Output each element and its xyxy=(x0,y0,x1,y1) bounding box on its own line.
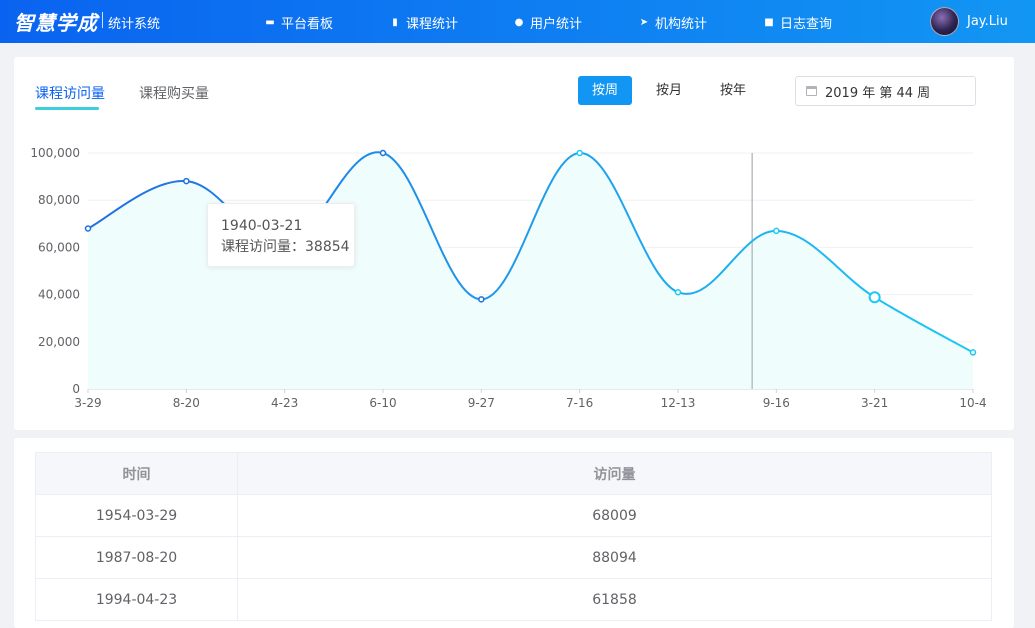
cell-time: 1987-08-20 xyxy=(35,536,238,579)
x-tick-label: 9-27 xyxy=(468,396,495,410)
logo-divider xyxy=(102,12,103,28)
nav-org-stats-label: 机构统计 xyxy=(655,17,708,32)
table-card: 时间 访问量 1954-03-29 68009 1987-08-20 88094… xyxy=(14,438,1014,628)
nav-course-stats[interactable]: ▮ 课程统计 xyxy=(389,13,458,32)
user-menu[interactable]: Jay.Liu xyxy=(930,7,1008,36)
x-tick-label: 6-10 xyxy=(369,396,396,410)
table-header-row: 时间 访问量 xyxy=(35,452,992,495)
nav-course-stats-label: 课程统计 xyxy=(406,17,459,32)
column-header-time[interactable]: 时间 xyxy=(35,452,238,495)
data-point[interactable] xyxy=(379,149,387,157)
nav-log-query[interactable]: ■ 日志查询 xyxy=(763,13,832,32)
clipboard-icon: ■ xyxy=(764,17,774,28)
data-point[interactable] xyxy=(969,349,977,356)
nav-dashboard[interactable]: ▬ 平台看板 xyxy=(264,13,333,32)
chart-card: 课程访问量 课程购买量 按周 按月 按年 2019 年 第 44 周 0 20,0… xyxy=(14,57,1014,430)
x-tick-label: 8-20 xyxy=(173,396,200,410)
y-tick-label: 60,000 xyxy=(38,240,80,254)
logo[interactable]: 智慧学成 xyxy=(14,7,98,36)
y-tick-label: 100,000 xyxy=(30,146,80,160)
top-navbar: 智慧学成 统计系统 ▬ 平台看板 ▮ 课程统计 ● 用户统计 ➤ 机构统计 ■ … xyxy=(0,0,1035,43)
user-icon: ● xyxy=(514,17,524,28)
data-point[interactable] xyxy=(84,225,92,232)
bar-chart-icon: ▮ xyxy=(392,17,398,28)
data-point[interactable] xyxy=(478,296,485,303)
table-row: 1987-08-20 88094 xyxy=(35,536,992,579)
cell-time: 1994-04-23 xyxy=(35,578,238,621)
tooltip-value: 课程访问量：38854 xyxy=(221,239,350,255)
y-tick-label: 0 xyxy=(72,382,80,396)
x-tick-label: 3-21 xyxy=(861,396,888,410)
chart-tooltip: 1940-03-21 课程访问量：38854 xyxy=(207,203,355,267)
nav-dashboard-label: 平台看板 xyxy=(281,17,334,32)
y-tick-label: 20,000 xyxy=(38,335,80,349)
visits-chart[interactable]: 0 20,000 40,000 60,000 80,000 100,000 3-29 8-20… xyxy=(14,57,1014,430)
column-header-visits[interactable]: 访问量 xyxy=(237,452,992,495)
x-tick-label: 3-29 xyxy=(74,396,101,410)
username: Jay.Liu xyxy=(967,14,1008,29)
x-tick-label: 10-4 xyxy=(959,396,986,410)
avatar[interactable] xyxy=(930,7,959,36)
nav-user-stats[interactable]: ● 用户统计 xyxy=(513,13,582,32)
cell-visits: 61858 xyxy=(237,578,992,621)
x-tick-label: 7-16 xyxy=(566,396,593,410)
visits-table: 时间 访问量 1954-03-29 68009 1987-08-20 88094… xyxy=(35,452,992,621)
data-point[interactable] xyxy=(868,291,881,304)
data-point[interactable] xyxy=(674,288,682,296)
nav-org-stats[interactable]: ➤ 机构统计 xyxy=(638,13,707,32)
x-tick-label: 9-16 xyxy=(763,396,790,410)
table-row: 1994-04-23 61858 xyxy=(35,578,992,621)
data-point[interactable] xyxy=(773,227,780,235)
system-title: 统计系统 xyxy=(108,17,161,32)
y-tick-label: 40,000 xyxy=(38,288,80,302)
cell-time: 1954-03-29 xyxy=(35,494,238,537)
y-tick-label: 80,000 xyxy=(38,193,80,207)
tooltip-date: 1940-03-21 xyxy=(221,218,303,234)
send-icon: ➤ xyxy=(639,17,649,28)
x-tick-label: 4-23 xyxy=(271,396,298,410)
monitor-icon: ▬ xyxy=(265,17,275,28)
x-tick-label: 12-13 xyxy=(661,396,696,410)
nav-log-query-label: 日志查询 xyxy=(780,17,833,32)
nav-user-stats-label: 用户统计 xyxy=(530,17,583,32)
data-point[interactable] xyxy=(183,177,190,185)
data-point[interactable] xyxy=(576,149,583,157)
cell-visits: 68009 xyxy=(237,494,992,537)
cell-visits: 88094 xyxy=(237,536,992,579)
table-row: 1954-03-29 68009 xyxy=(35,494,992,537)
